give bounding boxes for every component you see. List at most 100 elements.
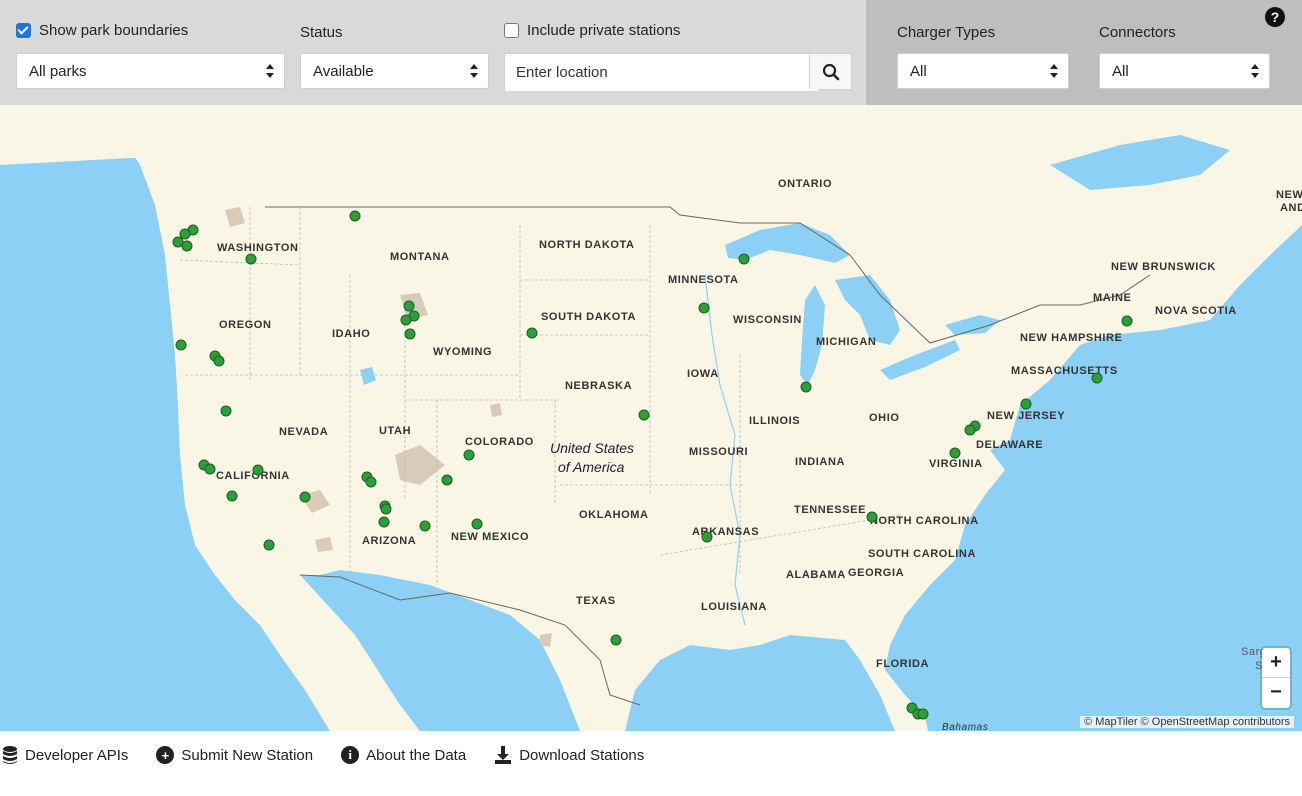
label-edge-and: AND xyxy=(1280,202,1302,214)
plus-circle-icon: + xyxy=(156,746,175,764)
label-virginia: VIRGINIA xyxy=(929,458,983,470)
charger-types-select-value: All xyxy=(910,62,927,80)
label-new-brunswick: NEW BRUNSWICK xyxy=(1111,261,1216,273)
station-marker[interactable] xyxy=(1091,372,1103,384)
status-select[interactable]: Available xyxy=(300,53,489,89)
station-marker[interactable] xyxy=(866,511,878,523)
label-utah: UTAH xyxy=(379,425,411,437)
label-north-carolina: NORTH CAROLINA xyxy=(870,515,979,527)
label-nova-scotia: NOVA SCOTIA xyxy=(1155,305,1237,317)
station-marker[interactable] xyxy=(179,228,191,240)
show-park-boundaries-checkbox[interactable]: Show park boundaries xyxy=(16,22,188,39)
location-search xyxy=(504,53,852,91)
label-new-jersey: NEW JERSEY xyxy=(987,410,1065,422)
checkbox-unchecked-icon[interactable] xyxy=(504,23,519,38)
connectors-select-value: All xyxy=(1112,62,1129,80)
question-circle-icon[interactable]: ? xyxy=(1265,7,1285,27)
about-the-data-link[interactable]: i About the Data xyxy=(341,746,466,764)
station-marker[interactable] xyxy=(181,240,193,252)
label-alabama: ALABAMA xyxy=(786,569,846,581)
label-louisiana: LOUISIANA xyxy=(701,601,767,613)
station-marker[interactable] xyxy=(419,520,431,532)
label-tennessee: TENNESSEE xyxy=(794,504,866,516)
label-oregon: OREGON xyxy=(219,319,272,331)
download-stations-link[interactable]: Download Stations xyxy=(494,745,644,765)
station-marker[interactable] xyxy=(213,355,225,367)
station-marker[interactable] xyxy=(172,236,184,248)
station-marker[interactable] xyxy=(610,634,622,646)
station-marker[interactable] xyxy=(252,464,264,476)
label-florida: FLORIDA xyxy=(876,658,929,670)
station-marker[interactable] xyxy=(220,405,232,417)
developer-apis-link[interactable]: Developer APIs xyxy=(2,745,128,765)
station-marker[interactable] xyxy=(404,328,416,340)
submit-new-station-link[interactable]: + Submit New Station xyxy=(156,746,313,764)
label-idaho: IDAHO xyxy=(332,328,370,340)
connectors-label: Connectors xyxy=(1099,24,1176,41)
developer-apis-label: Developer APIs xyxy=(25,746,129,764)
station-marker[interactable] xyxy=(175,339,187,351)
include-private-stations-checkbox[interactable]: Include private stations xyxy=(504,22,680,39)
label-indiana: INDIANA xyxy=(795,456,845,468)
parks-select-value: All parks xyxy=(29,62,87,80)
search-button[interactable] xyxy=(809,54,851,89)
connectors-select[interactable]: All xyxy=(1099,53,1270,89)
map-canvas: ONTARIO WASHINGTON MONTANA NORTH DAKOTA … xyxy=(0,105,1302,731)
download-stations-label: Download Stations xyxy=(519,746,645,764)
zoom-out-button[interactable]: − xyxy=(1262,678,1290,707)
station-marker[interactable] xyxy=(441,474,453,486)
location-input[interactable] xyxy=(505,54,818,91)
station-marker[interactable] xyxy=(698,302,710,314)
station-marker[interactable] xyxy=(471,518,483,530)
zoom-in-button[interactable]: + xyxy=(1262,648,1290,678)
about-the-data-label: About the Data xyxy=(366,746,467,764)
label-edge-new: NEW xyxy=(1276,189,1302,201)
select-arrows-icon xyxy=(266,64,274,78)
station-marker[interactable] xyxy=(1121,315,1133,327)
label-south-dakota: SOUTH DAKOTA xyxy=(541,311,636,323)
label-bahamas: Bahamas xyxy=(942,722,988,731)
station-marker[interactable] xyxy=(738,253,750,265)
label-nevada: NEVADA xyxy=(279,426,328,438)
label-georgia: GEORGIA xyxy=(848,567,904,579)
station-marker[interactable] xyxy=(1020,398,1032,410)
station-marker[interactable] xyxy=(638,409,650,421)
station-marker[interactable] xyxy=(299,491,311,503)
station-marker[interactable] xyxy=(949,447,961,459)
checkbox-checked-icon[interactable] xyxy=(16,23,31,38)
label-montana: MONTANA xyxy=(390,251,450,263)
station-marker[interactable] xyxy=(917,708,929,720)
label-ohio: OHIO xyxy=(869,412,900,424)
label-washington: WASHINGTON xyxy=(217,242,299,254)
station-marker[interactable] xyxy=(400,314,412,326)
include-private-stations-label: Include private stations xyxy=(527,22,681,39)
station-marker[interactable] xyxy=(526,327,538,339)
label-south-carolina: SOUTH CAROLINA xyxy=(868,548,976,560)
station-marker[interactable] xyxy=(245,253,257,265)
station-marker[interactable] xyxy=(380,503,392,515)
station-marker[interactable] xyxy=(800,381,812,393)
map-attribution[interactable]: © MapTiler © OpenStreetMap contributors xyxy=(1080,716,1294,728)
search-icon xyxy=(822,63,839,80)
station-marker[interactable] xyxy=(349,210,361,222)
station-marker[interactable] xyxy=(701,531,713,543)
label-ontario: ONTARIO xyxy=(778,178,832,190)
station-marker[interactable] xyxy=(378,516,390,528)
label-country-line1: United States xyxy=(550,440,634,456)
station-marker[interactable] xyxy=(463,449,475,461)
station-marker[interactable] xyxy=(204,463,216,475)
charger-types-select[interactable]: All xyxy=(897,53,1069,89)
station-marker[interactable] xyxy=(403,300,415,312)
label-iowa: IOWA xyxy=(687,368,719,380)
download-icon xyxy=(495,746,512,764)
stations-map[interactable]: ONTARIO WASHINGTON MONTANA NORTH DAKOTA … xyxy=(0,105,1302,731)
label-missouri: MISSOURI xyxy=(689,446,748,458)
label-massachusetts: MASSACHUSETTS xyxy=(1011,365,1118,377)
parks-select[interactable]: All parks xyxy=(16,53,285,89)
station-marker[interactable] xyxy=(263,539,275,551)
station-marker[interactable] xyxy=(365,476,377,488)
station-marker[interactable] xyxy=(964,424,976,436)
station-marker[interactable] xyxy=(226,490,238,502)
label-wyoming: WYOMING xyxy=(433,346,492,358)
info-circle-icon: i xyxy=(341,746,360,764)
